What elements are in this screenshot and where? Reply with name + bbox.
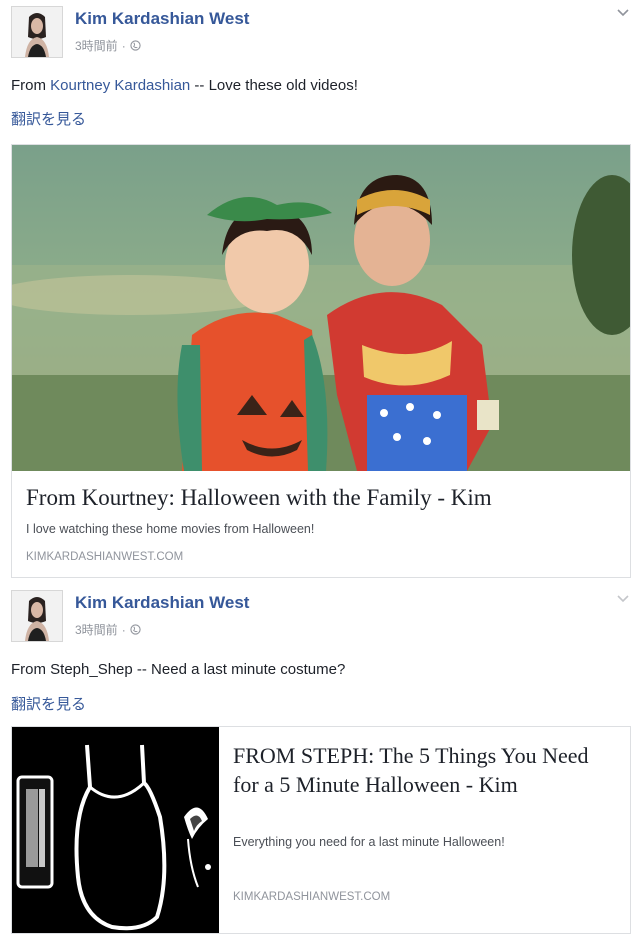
globe-icon[interactable] xyxy=(130,40,141,51)
link-title[interactable]: From Kourtney: Halloween with the Family… xyxy=(26,485,616,511)
timestamp[interactable]: 3時間前 xyxy=(75,37,118,54)
link-domain: KIMKARDASHIANWEST.COM xyxy=(26,551,184,563)
see-translation-link[interactable]: 翻訳を見る xyxy=(11,693,86,714)
post-status: From Kourtney Kardashian -- Love these o… xyxy=(11,77,358,94)
avatar[interactable] xyxy=(11,6,63,58)
feed-post: Kim Kardashian West 3時間前 · From Kourtney… xyxy=(0,0,640,580)
timestamp[interactable]: 3時間前 xyxy=(75,621,118,638)
globe-icon[interactable] xyxy=(130,624,141,635)
mention-link[interactable]: Kourtney Kardashian xyxy=(50,77,190,94)
status-text: -- Love these old videos! xyxy=(190,77,358,94)
link-domain: KIMKARDASHIANWEST.COM xyxy=(233,891,391,903)
chevron-down-icon[interactable] xyxy=(616,594,630,604)
chevron-down-icon[interactable] xyxy=(616,8,630,18)
link-preview-card[interactable]: From Kourtney: Halloween with the Family… xyxy=(11,144,631,578)
see-translation-link[interactable]: 翻訳を見る xyxy=(11,108,86,129)
status-prefix: From xyxy=(11,77,51,94)
post-meta: 3時間前 · xyxy=(75,621,141,638)
link-description: I love watching these home movies from H… xyxy=(26,522,315,536)
avatar[interactable] xyxy=(11,590,63,642)
link-thumbnail-image[interactable] xyxy=(12,145,630,471)
author-name[interactable]: Kim Kardashian West xyxy=(75,9,249,29)
link-description: Everything you need for a last minute Ha… xyxy=(233,835,505,849)
meta-separator: · xyxy=(121,622,126,637)
link-thumbnail-image[interactable] xyxy=(12,727,219,933)
meta-separator: · xyxy=(121,38,126,53)
post-status: From Steph_Shep -- Need a last minute co… xyxy=(11,661,346,678)
author-name[interactable]: Kim Kardashian West xyxy=(75,593,249,613)
post-meta: 3時間前 · xyxy=(75,37,141,54)
link-title[interactable]: FROM STEPH: The 5 Things You Need for a … xyxy=(233,741,613,799)
link-preview-card[interactable]: FROM STEPH: The 5 Things You Need for a … xyxy=(11,726,631,934)
